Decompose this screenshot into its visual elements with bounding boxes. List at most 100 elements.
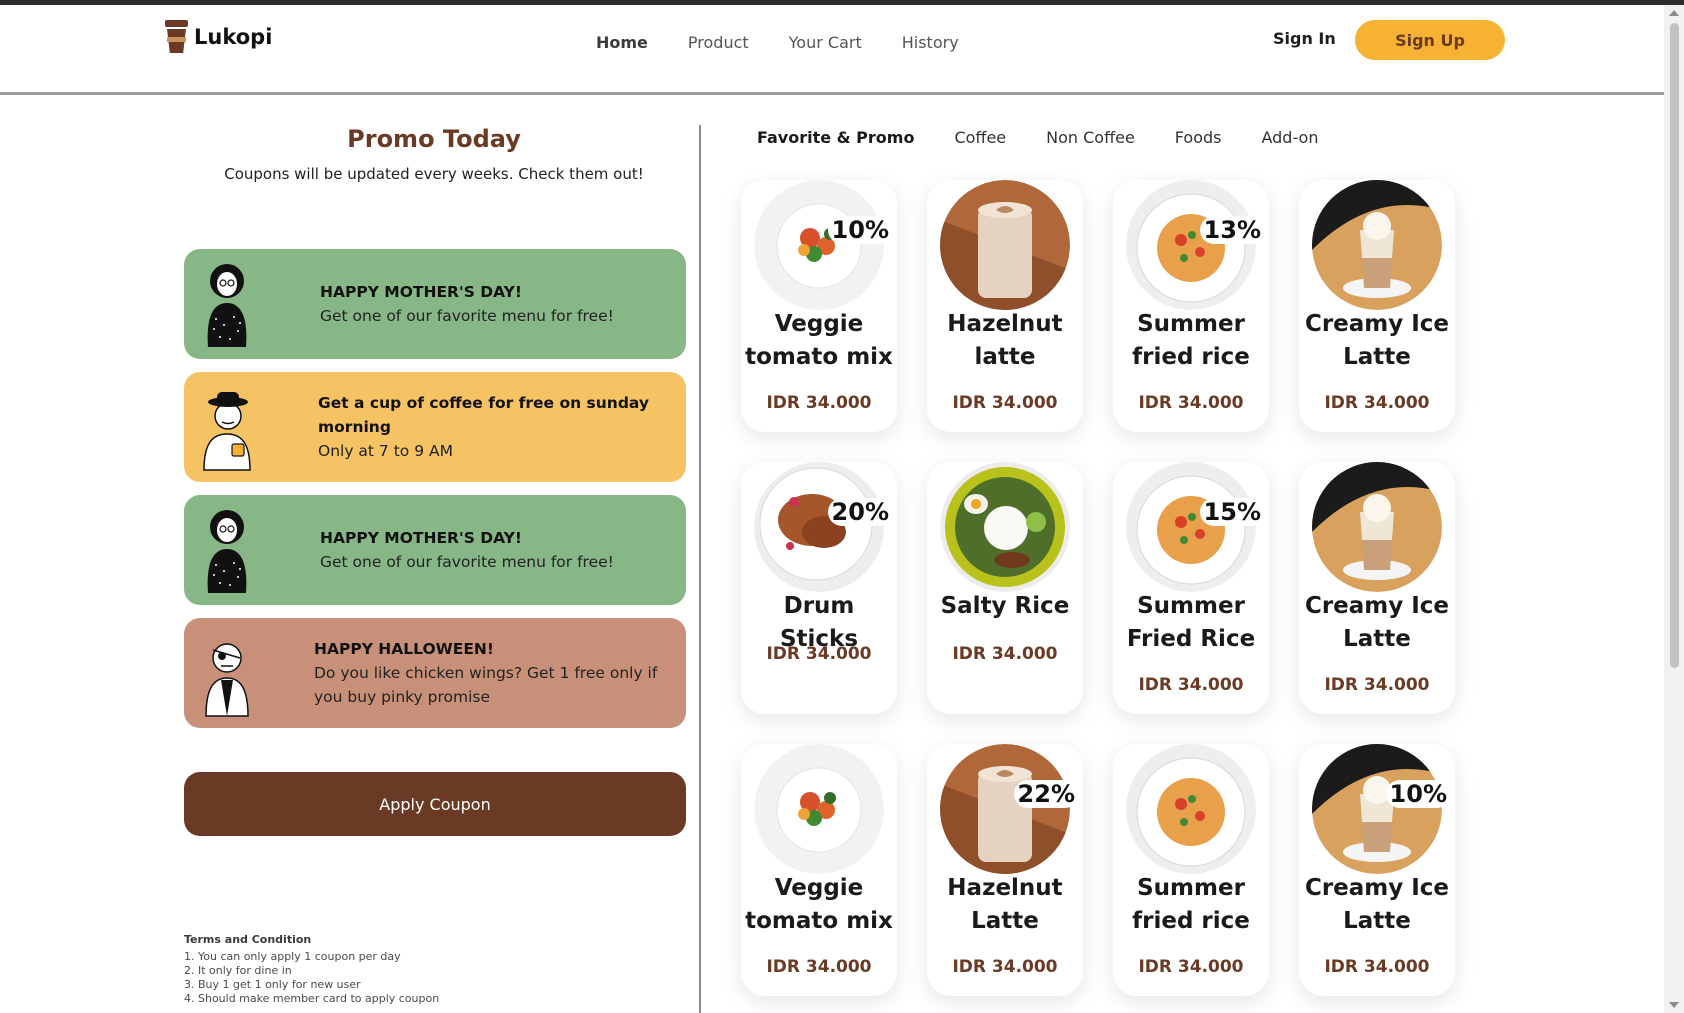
coupon-card[interactable]: HAPPY MOTHER'S DAY! Get one of our favor… <box>184 249 686 359</box>
coupon-title: HAPPY MOTHER'S DAY! <box>320 283 522 301</box>
product-card[interactable]: 13% Summer fried rice IDR 34.000 <box>1113 180 1269 432</box>
coupon-text: Get a cup of coffee for free on sunday m… <box>318 391 686 463</box>
fried-rice-icon <box>1126 180 1256 310</box>
sign-up-button[interactable]: Sign Up <box>1355 20 1505 60</box>
terms-item: 2. It only for dine in <box>184 964 292 977</box>
product-card[interactable]: Creamy Ice Latte IDR 34.000 <box>1299 180 1455 432</box>
product-price: IDR 34.000 <box>766 644 872 664</box>
terms-item: 1. You can only apply 1 coupon per day <box>184 950 401 963</box>
product-card[interactable]: Hazelnut latte IDR 34.000 <box>927 180 1083 432</box>
product-price: IDR 34.000 <box>766 393 872 413</box>
product-card[interactable]: 15% Summer Fried Rice IDR 34.000 <box>1113 462 1269 714</box>
product-price: IDR 34.000 <box>1324 675 1430 695</box>
product-name: Creamy Ice Latte <box>1304 311 1450 370</box>
coupon-card[interactable]: Get a cup of coffee for free on sunday m… <box>184 372 686 482</box>
drumsticks-icon <box>754 462 884 592</box>
product-card[interactable]: Salty Rice IDR 34.000 <box>927 462 1083 714</box>
coffee-cup-logo-icon <box>163 20 190 54</box>
coupon-description: Only at 7 to 9 AM <box>318 442 453 460</box>
coupon-text: HAPPY MOTHER'S DAY! Get one of our favor… <box>320 526 634 574</box>
apply-coupon-button[interactable]: Apply Coupon <box>184 772 686 836</box>
tab-non-coffee[interactable]: Non Coffee <box>1046 128 1135 147</box>
brand-logo[interactable]: Lukopi <box>163 20 272 54</box>
column-divider <box>699 125 701 1013</box>
category-tabs: Favorite & Promo Coffee Non Coffee Foods… <box>757 128 1318 147</box>
page-scrollbar[interactable] <box>1664 5 1684 1013</box>
product-name: Salty Rice <box>940 593 1070 619</box>
coupon-text: HAPPY MOTHER'S DAY! Get one of our favor… <box>320 280 634 328</box>
product-price: IDR 34.000 <box>766 957 872 977</box>
product-name: Summer fried rice <box>1132 875 1250 934</box>
main-nav: Home Product Your Cart History <box>596 33 959 52</box>
product-card[interactable]: 20% Drum Sticks IDR 34.000 <box>741 462 897 714</box>
veggie-bowl-icon <box>754 744 884 874</box>
product-card[interactable]: Summer fried rice IDR 34.000 <box>1113 744 1269 996</box>
product-price: IDR 34.000 <box>952 393 1058 413</box>
discount-badge: 20% <box>827 498 893 526</box>
site-header: Lukopi Home Product Your Cart History Si… <box>0 5 1664 95</box>
product-price: IDR 34.000 <box>1138 393 1244 413</box>
coupon-description: Get one of our favorite menu for free! <box>320 553 614 571</box>
product-name: Summer Fried Rice <box>1126 593 1256 652</box>
nav-home[interactable]: Home <box>596 33 648 52</box>
scroll-up-arrow-icon[interactable] <box>1669 10 1679 16</box>
brand-name: Lukopi <box>194 25 273 49</box>
salty-rice-icon <box>940 462 1070 592</box>
coupon-description: Get one of our favorite menu for free! <box>320 307 614 325</box>
fried-rice-icon <box>1126 462 1256 592</box>
coupon-title: Get a cup of coffee for free on sunday m… <box>318 394 650 436</box>
product-card[interactable]: 10% Creamy Ice Latte IDR 34.000 <box>1299 744 1455 996</box>
product-name: Creamy Ice Latte <box>1304 875 1450 934</box>
product-card[interactable]: Creamy Ice Latte IDR 34.000 <box>1299 462 1455 714</box>
coupon-description: Do you like chicken wings? Get 1 free on… <box>314 664 658 706</box>
product-price: IDR 34.000 <box>1324 393 1430 413</box>
tab-add-on[interactable]: Add-on <box>1261 128 1318 147</box>
man-hat-coffee-icon <box>203 392 251 471</box>
coupon-card[interactable]: HAPPY MOTHER'S DAY! Get one of our favor… <box>184 495 686 605</box>
ice-latte-icon <box>1312 462 1442 592</box>
latte-icon <box>940 744 1070 874</box>
product-name: Creamy Ice Latte <box>1304 593 1450 652</box>
discount-badge: 10% <box>1385 780 1451 808</box>
scrollbar-thumb[interactable] <box>1670 23 1679 668</box>
sign-in-link[interactable]: Sign In <box>1273 29 1336 48</box>
product-card[interactable]: Veggie tomato mix IDR 34.000 <box>741 744 897 996</box>
product-price: IDR 34.000 <box>952 644 1058 664</box>
ice-latte-icon <box>1312 744 1442 874</box>
ice-latte-icon <box>1312 180 1442 310</box>
coupon-card[interactable]: HAPPY HALLOWEEN! Do you like chicken win… <box>184 618 686 728</box>
product-name: Hazelnut latte <box>947 311 1063 370</box>
coupon-title: HAPPY HALLOWEEN! <box>314 640 494 658</box>
product-name: Veggie tomato mix <box>745 875 893 934</box>
product-price: IDR 34.000 <box>952 957 1058 977</box>
coupon-text: HAPPY HALLOWEEN! Do you like chicken win… <box>314 637 686 709</box>
nav-history[interactable]: History <box>902 33 959 52</box>
pirate-icon <box>205 643 249 717</box>
product-name: Hazelnut Latte <box>947 875 1063 934</box>
discount-badge: 22% <box>1013 780 1079 808</box>
promo-title: Promo Today <box>347 125 521 153</box>
nav-your-cart[interactable]: Your Cart <box>789 33 862 52</box>
woman-hijab-icon <box>207 510 247 593</box>
product-card[interactable]: 10% Veggie tomato mix IDR 34.000 <box>741 180 897 432</box>
tab-coffee[interactable]: Coffee <box>954 128 1006 147</box>
fried-rice-icon <box>1126 744 1256 874</box>
coupon-title: HAPPY MOTHER'S DAY! <box>320 529 522 547</box>
promo-subtitle: Coupons will be updated every weeks. Che… <box>224 165 644 183</box>
product-card[interactable]: 22% Hazelnut Latte IDR 34.000 <box>927 744 1083 996</box>
product-price: IDR 34.000 <box>1138 957 1244 977</box>
discount-badge: 15% <box>1199 498 1265 526</box>
woman-hijab-icon <box>207 264 247 347</box>
discount-badge: 13% <box>1199 216 1265 244</box>
product-price: IDR 34.000 <box>1324 957 1430 977</box>
discount-badge: 10% <box>827 216 893 244</box>
terms-item: 4. Should make member card to apply coup… <box>184 992 440 1005</box>
nav-product[interactable]: Product <box>688 33 749 52</box>
scroll-down-arrow-icon[interactable] <box>1669 1002 1679 1008</box>
tab-foods[interactable]: Foods <box>1175 128 1222 147</box>
tab-favorite-promo[interactable]: Favorite & Promo <box>757 128 914 147</box>
terms-and-conditions: Terms and Condition 1. You can only appl… <box>184 933 439 1006</box>
latte-icon <box>940 180 1070 310</box>
veggie-bowl-icon <box>754 180 884 310</box>
product-name: Summer fried rice <box>1132 311 1250 370</box>
